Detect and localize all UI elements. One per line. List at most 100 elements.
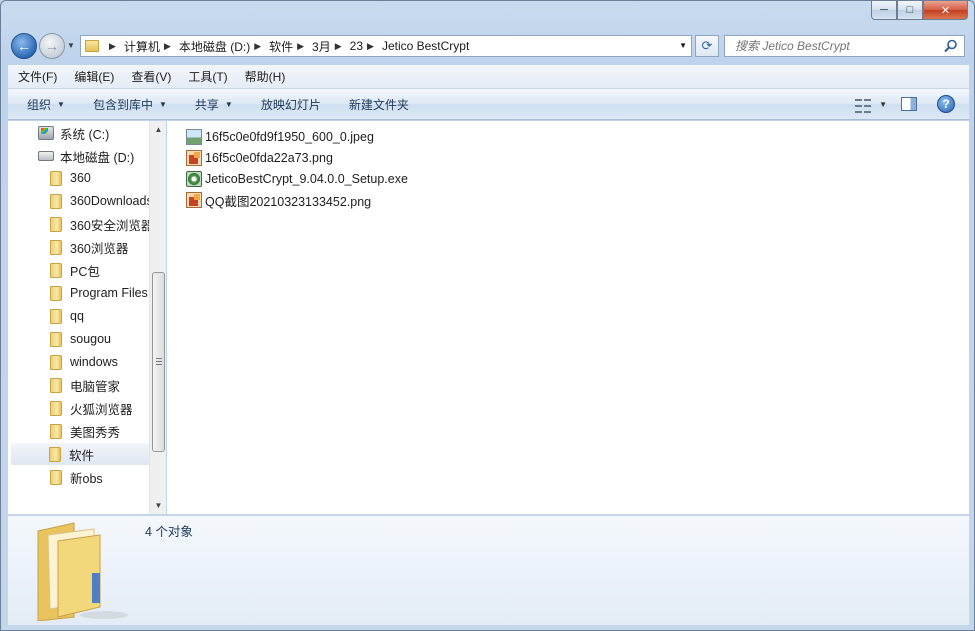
breadcrumb-computer[interactable]: 计算机 ▶	[124, 38, 179, 55]
menu-view[interactable]: 查看(V)	[131, 68, 171, 85]
minimize-button[interactable]: ─	[871, 1, 897, 20]
preview-pane-icon[interactable]	[901, 97, 917, 111]
address-history-dropdown[interactable]: ▼	[679, 41, 687, 50]
nav-item-label: 电脑管家	[70, 379, 121, 394]
nav-item-label: qq	[70, 309, 84, 323]
nav-item-label: 360Downloads	[70, 194, 153, 208]
maximize-button[interactable]: □	[897, 1, 923, 20]
breadcrumb-drive-d[interactable]: 本地磁盘 (D:) ▶	[179, 38, 269, 55]
file-name: JeticoBestCrypt_9.04.0.0_Setup.exe	[205, 172, 408, 186]
png-image-icon	[186, 192, 202, 208]
menu-bar: 文件(F) 编辑(E) 查看(V) 工具(T) 帮助(H)	[8, 65, 969, 89]
scroll-thumb[interactable]	[152, 272, 165, 452]
folder-icon	[50, 377, 62, 393]
nav-folder-meitu[interactable]: 美图秀秀	[50, 420, 120, 442]
help-icon[interactable]: ?	[937, 95, 955, 113]
menu-tools[interactable]: 工具(T)	[188, 68, 227, 85]
nav-folder-firefox[interactable]: 火狐浏览器	[50, 397, 133, 419]
file-name: 16f5c0e0fda22a73.png	[205, 151, 333, 165]
chevron-down-icon: ▼	[224, 99, 233, 109]
file-name: QQ截图20210323133452.png	[205, 194, 372, 209]
breadcrumb-23[interactable]: 23 ▶	[350, 39, 382, 53]
breadcrumb-root-arrow[interactable]: ▶	[105, 41, 124, 52]
file-item[interactable]: 16f5c0e0fda22a73.png	[186, 148, 333, 168]
file-item[interactable]: 16f5c0e0fd9f1950_600_0.jpeg	[186, 127, 374, 147]
png-image-icon	[186, 150, 202, 166]
search-input[interactable]	[735, 39, 935, 53]
folder-icon	[50, 331, 62, 347]
item-count: 4 个对象	[145, 525, 193, 539]
folder-icon	[50, 308, 62, 324]
nav-folder-360[interactable]: 360	[50, 167, 91, 189]
large-folder-icon	[37, 522, 128, 621]
slideshow-button[interactable]: 放映幻灯片	[261, 96, 321, 113]
new-folder-button[interactable]: 新建文件夹	[349, 96, 409, 113]
nav-item-label: 360浏览器	[70, 241, 129, 256]
folder-icon	[50, 193, 62, 209]
nav-folder-qq[interactable]: qq	[50, 305, 84, 327]
change-view-icon[interactable]	[855, 97, 872, 113]
nav-folder-software[interactable]: 软件	[11, 443, 149, 465]
command-bar: 组织 ▼ 包含到库中 ▼ 共享 ▼ 放映幻灯片 新建文件夹 ▼ ?	[8, 89, 969, 120]
file-item[interactable]: JeticoBestCrypt_9.04.0.0_Setup.exe	[186, 169, 408, 189]
breadcrumb-march[interactable]: 3月 ▶	[312, 38, 350, 55]
address-bar[interactable]: ▶ 计算机 ▶ 本地磁盘 (D:) ▶ 软件 ▶ 3月 ▶ 23 ▶ Jetico Bes…	[80, 35, 692, 57]
back-button[interactable]: ←	[11, 33, 37, 59]
refresh-button[interactable]: ⟳	[695, 35, 719, 57]
nav-folder-sougou[interactable]: sougou	[50, 328, 111, 350]
caption-buttons: ─ □ ✕	[871, 1, 968, 20]
back-arrow-icon: ←	[17, 38, 31, 54]
breadcrumb-jetico[interactable]: Jetico BestCrypt	[382, 39, 469, 53]
folder-icon	[85, 40, 99, 52]
system-drive-icon	[38, 126, 54, 140]
nav-item-label: 美图秀秀	[70, 425, 121, 440]
nav-folder-360-browser[interactable]: 360浏览器	[50, 236, 128, 258]
view-options-dropdown[interactable]: ▼	[879, 100, 887, 109]
close-button[interactable]: ✕	[923, 1, 968, 20]
nav-item-label: 360	[70, 171, 91, 185]
nav-drive-d[interactable]: 本地磁盘 (D:)	[38, 145, 134, 167]
nav-folder-360-safe-browser[interactable]: 360安全浏览器	[50, 213, 153, 235]
folder-icon	[50, 216, 62, 232]
nav-item-label: 新obs	[70, 471, 103, 486]
setup-exe-icon	[186, 171, 202, 187]
nav-folder-program-files[interactable]: Program Files	[50, 282, 148, 304]
grip-icon	[156, 358, 162, 367]
folder-icon	[49, 446, 61, 462]
hard-drive-icon	[38, 151, 54, 161]
nav-item-label: 火狐浏览器	[70, 402, 133, 417]
nav-folder-360downloads[interactable]: 360Downloads	[50, 190, 153, 212]
folder-icon	[50, 285, 62, 301]
scroll-down-icon[interactable]: ▼	[150, 497, 167, 514]
refresh-icon: ⟳	[701, 38, 713, 53]
breadcrumb-software[interactable]: 软件 ▶	[269, 38, 312, 55]
folder-icon	[50, 239, 62, 255]
forward-arrow-icon: →	[45, 38, 59, 54]
menu-help[interactable]: 帮助(H)	[245, 68, 286, 85]
folder-icon	[50, 262, 62, 278]
search-icon[interactable]	[944, 39, 958, 53]
menu-edit[interactable]: 编辑(E)	[74, 68, 114, 85]
share-button[interactable]: 共享 ▼	[195, 96, 233, 113]
forward-button[interactable]: →	[39, 33, 65, 59]
folder-icon	[50, 469, 62, 485]
nav-folder-pc[interactable]: PC包	[50, 259, 100, 281]
nav-item-label: PC包	[70, 264, 100, 279]
nav-item-label: 软件	[69, 448, 95, 463]
nav-drive-c[interactable]: 系统 (C:)	[38, 122, 109, 144]
search-box[interactable]	[724, 35, 965, 57]
nav-item-label: 360安全浏览器	[70, 218, 154, 233]
organize-button[interactable]: 组织 ▼	[27, 96, 65, 113]
nav-folder-pc-manager[interactable]: 电脑管家	[50, 374, 120, 396]
details-pane: 4 个对象	[8, 515, 969, 625]
nav-item-label: 系统 (C:)	[60, 127, 110, 142]
recent-pages-dropdown[interactable]: ▼	[67, 41, 75, 50]
include-in-library-button[interactable]: 包含到库中 ▼	[93, 96, 167, 113]
nav-folder-windows[interactable]: windows	[50, 351, 118, 373]
nav-folder-new-obs[interactable]: 新obs	[50, 466, 103, 488]
file-item[interactable]: QQ截图20210323133452.png	[186, 190, 371, 210]
menu-file[interactable]: 文件(F)	[18, 68, 57, 85]
nav-scrollbar[interactable]: ▲ ▼	[149, 121, 166, 514]
explorer-window: ─ □ ✕ ← → ▼ ▶ 计算机 ▶ 本地磁盘 (D:) ▶ 软件 ▶ 3月 ▶ 23…	[0, 0, 975, 631]
scroll-up-icon[interactable]: ▲	[150, 121, 167, 138]
